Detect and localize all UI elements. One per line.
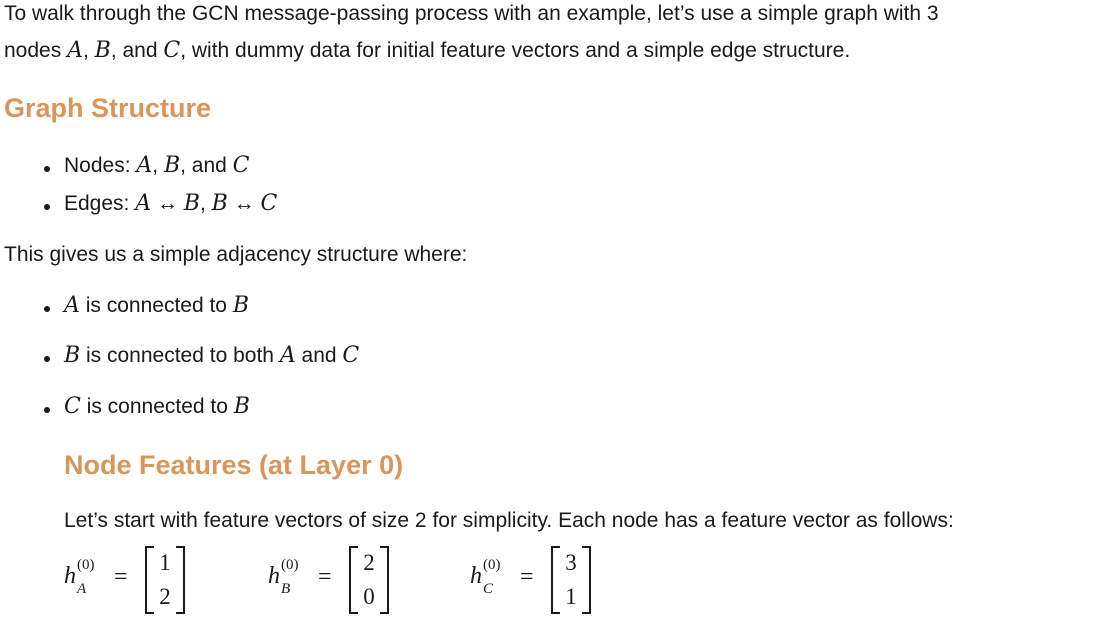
math: C xyxy=(163,38,181,63)
text: , and xyxy=(110,39,164,62)
math: B xyxy=(163,153,181,178)
math: B xyxy=(183,191,200,216)
text: is connected to xyxy=(80,395,234,418)
vector-value: 0 xyxy=(363,584,375,609)
math: C xyxy=(64,394,81,419)
vector-value: 1 xyxy=(565,584,577,609)
vector-label: h (0) A xyxy=(64,557,95,597)
bullet xyxy=(44,407,50,413)
superscript: (0) xyxy=(281,557,299,573)
vector-label: h (0) B xyxy=(268,557,299,597)
adjacency-c: C is connected to B xyxy=(64,394,250,419)
vector-matrix: 31 xyxy=(551,546,591,614)
vector-value: 3 xyxy=(565,550,577,575)
math: B xyxy=(64,343,81,368)
adjacency-intro: This gives us a simple adjacency structu… xyxy=(4,243,468,266)
math: B xyxy=(232,293,249,318)
nodes-item: Nodes: A, B, and C xyxy=(64,153,250,178)
bullet xyxy=(44,204,50,210)
bullet xyxy=(44,306,50,312)
arrow-icon: ↔ xyxy=(156,192,178,215)
math: B xyxy=(233,394,250,419)
math: C xyxy=(260,191,278,216)
math: A xyxy=(64,293,80,318)
math: A xyxy=(279,343,296,368)
vector-label: h (0) C xyxy=(470,557,501,597)
vector-value: 1 xyxy=(159,550,171,575)
math: B xyxy=(211,191,228,216)
text: Nodes: xyxy=(64,154,137,177)
equals-sign: = xyxy=(520,564,534,590)
vector-value: 2 xyxy=(363,550,375,575)
edges-item: Edges: A ↔ B, B ↔ C xyxy=(64,191,278,216)
equals-sign: = xyxy=(114,564,128,590)
intro-line-1: To walk through the GCN message-passing … xyxy=(4,2,939,25)
text: is connected to both xyxy=(80,344,280,367)
math: C xyxy=(342,343,360,368)
text: , with dummy data for initial feature ve… xyxy=(180,39,851,62)
superscript: (0) xyxy=(77,557,95,573)
math: A xyxy=(67,38,83,63)
bullet xyxy=(44,356,50,362)
vector-value: 2 xyxy=(159,584,171,609)
superscript: (0) xyxy=(483,557,501,573)
text: and xyxy=(295,344,343,367)
subscript: C xyxy=(483,581,494,597)
bullet xyxy=(44,166,50,172)
equals-sign: = xyxy=(318,564,332,590)
math: C xyxy=(232,153,250,178)
subscript: B xyxy=(281,581,291,597)
math: B xyxy=(94,38,111,63)
text: Edges: xyxy=(64,192,136,215)
intro-line-2: nodes A, B, and C, with dummy data for i… xyxy=(4,38,850,63)
adjacency-a: A is connected to B xyxy=(64,293,249,318)
text: , and xyxy=(180,154,233,177)
adjacency-b: B is connected to both A and C xyxy=(64,343,359,368)
math: A xyxy=(136,153,153,178)
text: is connected to xyxy=(79,294,233,317)
heading-node-features: Node Features (at Layer 0) xyxy=(64,450,404,480)
arrow-icon: ↔ xyxy=(233,192,255,215)
vector-matrix: 20 xyxy=(349,546,389,614)
vector-matrix: 12 xyxy=(145,546,185,614)
node-features-text: Let’s start with feature vectors of size… xyxy=(64,509,954,532)
heading-graph-structure: Graph Structure xyxy=(4,93,212,123)
text: nodes xyxy=(4,39,68,62)
math: A xyxy=(135,191,152,216)
text: , xyxy=(82,39,89,62)
subscript: A xyxy=(77,581,87,597)
